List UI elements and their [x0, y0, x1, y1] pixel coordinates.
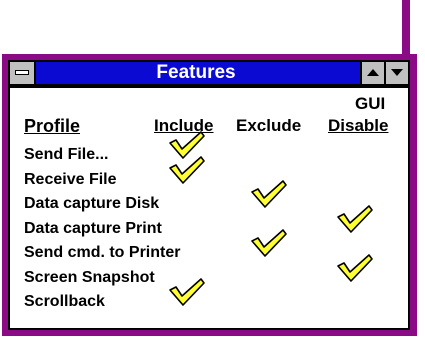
header-profile: Profile — [24, 116, 81, 136]
feature-row-label: Screen Snapshot — [24, 268, 155, 286]
title-bar[interactable]: Features — [8, 60, 410, 86]
minimize-button[interactable] — [360, 62, 384, 84]
checkmark-icon[interactable] — [250, 179, 288, 209]
header-gui: GUI — [355, 94, 386, 113]
checkmark-icon[interactable] — [336, 253, 374, 283]
feature-row-label: Data capture Print — [24, 219, 162, 237]
window-title: Features — [156, 62, 236, 83]
system-menu-button[interactable] — [10, 62, 36, 84]
features-window: Features Profile Include Exclude GUI Dis… — [2, 54, 417, 336]
checkmark-icon[interactable] — [336, 204, 374, 234]
up-arrow-icon — [367, 69, 379, 76]
system-menu-icon — [15, 70, 29, 75]
window-connector-line — [402, 0, 410, 54]
checkmark-icon[interactable] — [168, 277, 206, 307]
maximize-button[interactable] — [384, 62, 408, 84]
feature-row-label: Send File... — [24, 146, 109, 163]
down-arrow-icon — [391, 69, 403, 76]
feature-row-label: Data capture Disk — [24, 195, 160, 212]
header-exclude: Exclude — [236, 116, 302, 135]
header-disable: Disable — [328, 116, 389, 135]
features-panel: Profile Include Exclude GUI Disable Send… — [8, 86, 410, 330]
checkmark-icon[interactable] — [250, 228, 288, 258]
feature-row-label: Receive File — [24, 170, 117, 188]
checkmark-icon[interactable] — [168, 155, 206, 185]
feature-row-label: Send cmd. to Printer — [24, 244, 181, 261]
feature-row-label: Scrollback — [24, 293, 105, 310]
